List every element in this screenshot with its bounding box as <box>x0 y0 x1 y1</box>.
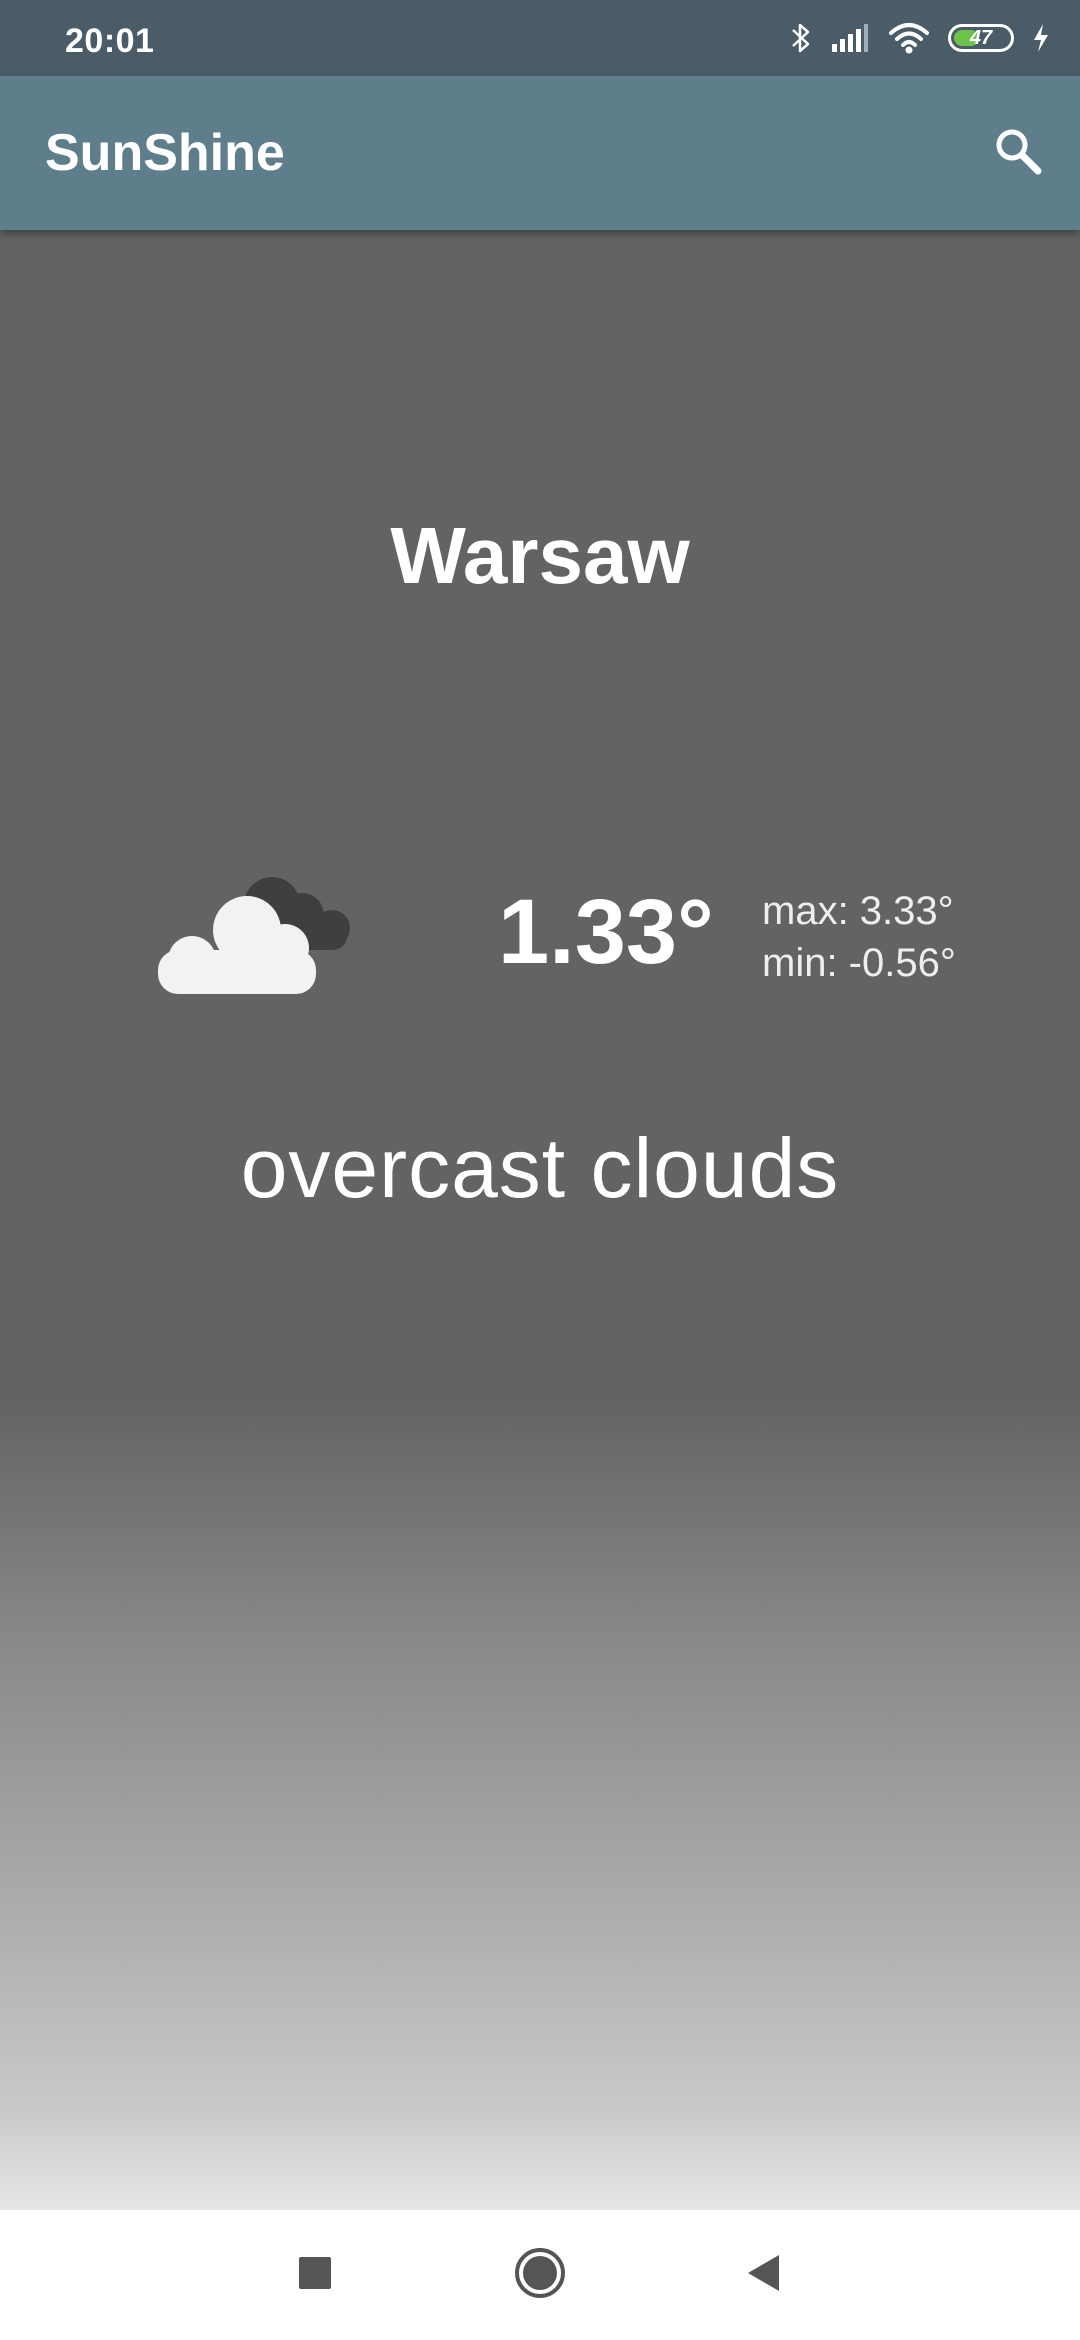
navigation-bar <box>0 2210 1080 2340</box>
current-temperature: 1.33° <box>498 881 714 983</box>
screen: 20:01 47 SunShine Warsaw 1.33° max: 3.33… <box>0 0 1080 2340</box>
weather-description: overcast clouds <box>240 1121 840 1215</box>
battery-level: 47 <box>969 26 993 49</box>
app-bar: SunShine <box>0 76 1080 230</box>
circle-icon <box>513 2246 567 2305</box>
cellular-signal-icon <box>830 22 870 54</box>
bluetooth-icon <box>790 20 812 56</box>
search-button[interactable] <box>986 121 1050 185</box>
wifi-icon <box>888 21 930 55</box>
weather-content: Warsaw 1.33° max: 3.33° min: -0.56° over… <box>0 230 1080 2210</box>
square-icon <box>298 2256 332 2295</box>
home-button[interactable] <box>510 2245 570 2305</box>
app-title: SunShine <box>45 124 285 182</box>
status-time: 20:01 <box>65 22 155 60</box>
min-max-temperature: max: 3.33° min: -0.56° <box>762 885 956 989</box>
recents-button[interactable] <box>285 2245 345 2305</box>
overcast-clouds-icon <box>152 860 362 1000</box>
min-temperature: min: -0.56° <box>762 941 956 985</box>
charging-icon <box>1032 23 1050 53</box>
back-triangle-icon <box>745 2253 781 2298</box>
city-name: Warsaw <box>390 511 690 600</box>
status-icons: 47 <box>790 18 1050 58</box>
status-bar: 20:01 47 <box>0 0 1080 76</box>
search-icon <box>992 125 1044 182</box>
max-temperature: max: 3.33° <box>762 889 954 933</box>
battery-icon: 47 <box>948 24 1014 52</box>
back-button[interactable] <box>733 2245 793 2305</box>
